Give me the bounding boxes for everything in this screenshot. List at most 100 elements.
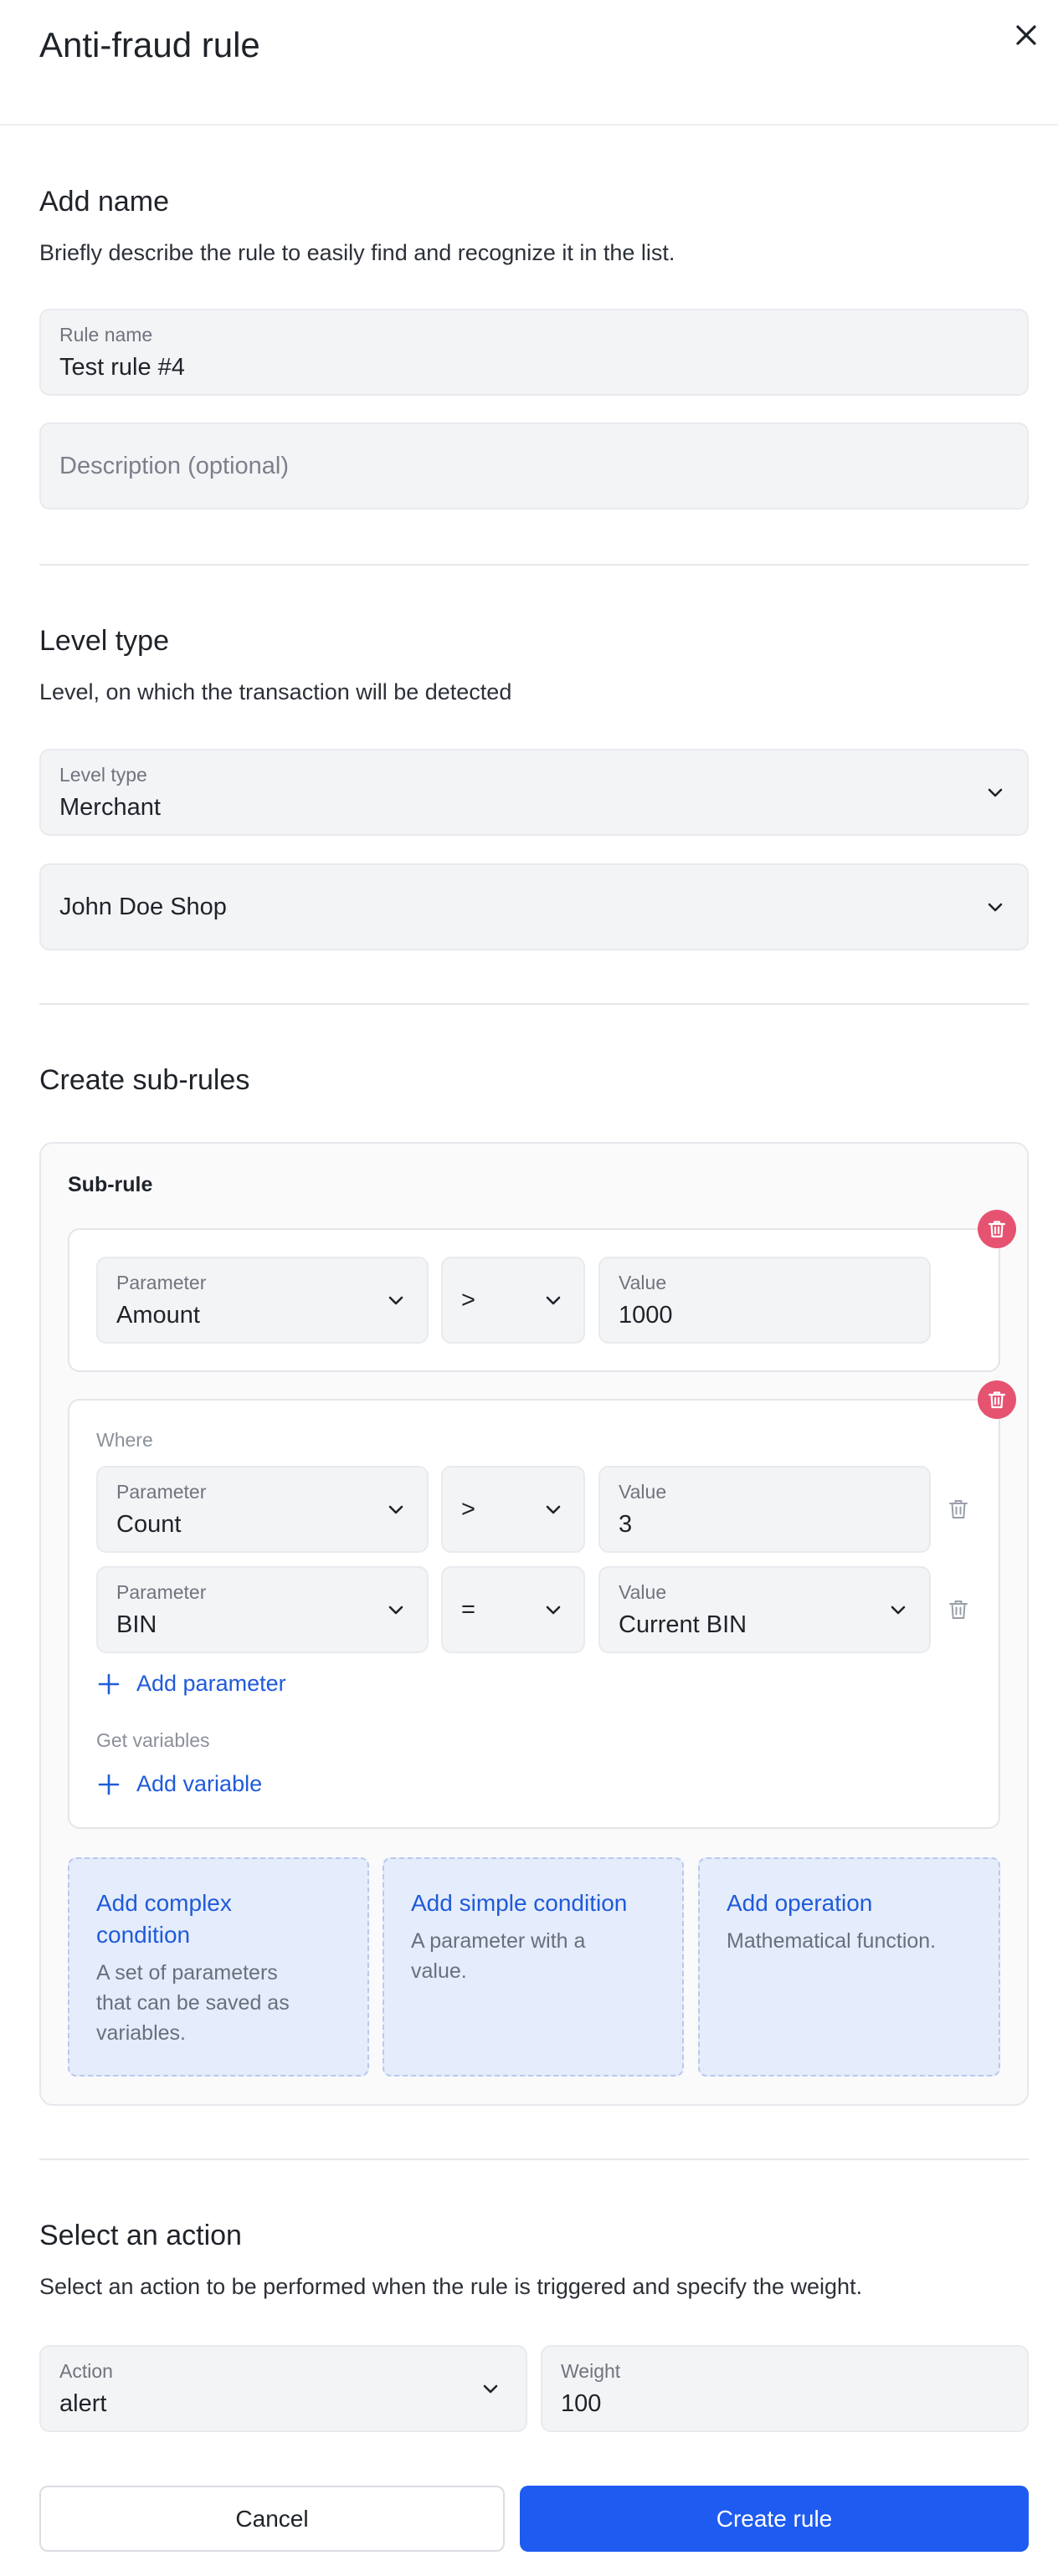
option-title: Add operation bbox=[727, 1887, 872, 1919]
name-section-title: Add name bbox=[39, 186, 169, 218]
rule-name-field[interactable]: Rule name Test rule #4 bbox=[39, 309, 1029, 396]
action-section-title: Select an action bbox=[39, 2220, 242, 2251]
name-section-description: Briefly describe the rule to easily find… bbox=[39, 240, 675, 265]
option-title-line: Add complex bbox=[96, 1890, 232, 1916]
option-title: Add simple condition bbox=[411, 1887, 627, 1919]
subrules-section-title: Create sub-rules bbox=[39, 1064, 250, 1096]
page-title: Anti-fraud rule bbox=[39, 25, 260, 64]
add-variable-button[interactable]: Add variable bbox=[96, 1771, 262, 1797]
add-operation-card[interactable]: Add operation Mathematical function. bbox=[698, 1857, 1000, 2077]
value-input[interactable]: 3 bbox=[619, 1511, 632, 1539]
parameter-label: Parameter bbox=[116, 1481, 207, 1503]
close-button[interactable] bbox=[1009, 18, 1043, 52]
value-label: Value bbox=[619, 1581, 667, 1603]
weight-field[interactable]: Weight 100 bbox=[541, 2345, 1029, 2432]
option-description-line: value. bbox=[411, 1959, 467, 1983]
chevron-down-icon bbox=[384, 1288, 408, 1312]
value-label: Value bbox=[619, 1272, 667, 1293]
level-type-label: Level type bbox=[59, 764, 147, 786]
description-field[interactable]: Description (optional) bbox=[39, 423, 1029, 510]
trash-icon bbox=[988, 1221, 1006, 1238]
trash-icon bbox=[988, 1391, 1006, 1409]
divider bbox=[39, 1003, 1029, 1005]
delete-condition-button[interactable] bbox=[978, 1210, 1016, 1248]
merchant-select[interactable]: John Doe Shop bbox=[39, 863, 1029, 950]
main-operator-select[interactable]: > bbox=[441, 1257, 585, 1344]
rule-name-label: Rule name bbox=[59, 324, 153, 346]
level-type-select[interactable]: Level type Merchant bbox=[39, 749, 1029, 836]
chevron-down-icon bbox=[479, 2377, 502, 2400]
option-description-line: Mathematical function. bbox=[727, 1929, 937, 1953]
parameter-value: Amount bbox=[116, 1302, 200, 1329]
chevron-down-icon bbox=[542, 1598, 565, 1621]
action-value: alert bbox=[59, 2390, 107, 2417]
option-description-line: A parameter with a bbox=[411, 1929, 586, 1953]
chevron-down-icon bbox=[384, 1598, 408, 1621]
delete-where-button[interactable] bbox=[978, 1380, 1016, 1419]
trash-icon bbox=[949, 1600, 968, 1619]
option-title-line: Add simple condition bbox=[411, 1890, 628, 1916]
cancel-button[interactable]: Cancel bbox=[39, 2486, 505, 2552]
dialog-header: Anti-fraud rule bbox=[0, 0, 1058, 125]
option-description-line: A set of parameters bbox=[96, 1961, 278, 1984]
divider bbox=[39, 564, 1029, 566]
close-icon[interactable] bbox=[1009, 18, 1043, 52]
value-selected: Current BIN bbox=[619, 1611, 747, 1638]
value-label: Value bbox=[619, 1481, 667, 1503]
parameter-value: Count bbox=[116, 1511, 182, 1538]
where-value-select[interactable]: Value Current BIN bbox=[598, 1566, 931, 1653]
chevron-down-icon bbox=[984, 781, 1007, 804]
chevron-down-icon bbox=[542, 1498, 565, 1521]
plus-icon bbox=[96, 1772, 121, 1797]
trash-icon bbox=[949, 1500, 968, 1518]
where-operator-select[interactable]: = bbox=[441, 1566, 585, 1653]
get-variables-label: Get variables bbox=[96, 1729, 210, 1751]
option-title-line: condition bbox=[96, 1922, 191, 1948]
add-complex-condition-card[interactable]: Add complex condition A set of parameter… bbox=[68, 1857, 369, 2077]
divider bbox=[39, 2159, 1029, 2160]
add-parameter-label: Add parameter bbox=[136, 1671, 286, 1696]
description-placeholder: Description (optional) bbox=[59, 452, 290, 479]
action-select[interactable]: Action alert bbox=[39, 2345, 527, 2432]
option-description: A parameter with a value. bbox=[411, 1926, 585, 1986]
operator-value: = bbox=[461, 1595, 475, 1623]
add-variable-label: Add variable bbox=[136, 1771, 263, 1796]
chevron-down-icon bbox=[984, 895, 1007, 919]
option-description-line: that can be saved as bbox=[96, 1991, 290, 2015]
chevron-down-icon bbox=[886, 1598, 910, 1621]
value-input[interactable]: 1000 bbox=[619, 1302, 673, 1329]
option-description: A set of parameters that can be saved as… bbox=[96, 1958, 290, 2048]
where-value-field[interactable]: Value 3 bbox=[598, 1466, 931, 1553]
action-section-description: Select an action to be performed when th… bbox=[39, 2274, 863, 2299]
delete-parameter-button[interactable] bbox=[946, 1597, 971, 1622]
main-value-field[interactable]: Value 1000 bbox=[598, 1257, 931, 1344]
option-title: Add complex condition bbox=[96, 1887, 232, 1951]
where-label: Where bbox=[96, 1429, 153, 1451]
main-parameter-select[interactable]: Parameter Amount bbox=[96, 1257, 429, 1344]
where-parameter-select[interactable]: Parameter BIN bbox=[96, 1566, 429, 1653]
parameter-value: BIN bbox=[116, 1611, 157, 1638]
option-title-line: Add operation bbox=[727, 1890, 873, 1916]
weight-value[interactable]: 100 bbox=[561, 2390, 601, 2418]
operator-value: > bbox=[461, 1495, 475, 1523]
where-parameter-select[interactable]: Parameter Count bbox=[96, 1466, 429, 1553]
level-section-title: Level type bbox=[39, 625, 169, 657]
option-description: Mathematical function. bbox=[727, 1926, 936, 1956]
add-simple-condition-card[interactable]: Add simple condition A parameter with a … bbox=[383, 1857, 684, 2077]
create-rule-button[interactable]: Create rule bbox=[520, 2486, 1029, 2552]
chevron-down-icon bbox=[384, 1498, 408, 1521]
level-type-value: Merchant bbox=[59, 794, 161, 821]
operator-value: > bbox=[461, 1286, 475, 1314]
parameter-label: Parameter bbox=[116, 1272, 207, 1293]
rule-name-value[interactable]: Test rule #4 bbox=[59, 354, 185, 382]
where-operator-select[interactable]: > bbox=[441, 1466, 585, 1553]
merchant-value: John Doe Shop bbox=[59, 893, 227, 920]
add-parameter-button[interactable]: Add parameter bbox=[96, 1671, 286, 1697]
level-section-description: Level, on which the transaction will be … bbox=[39, 679, 512, 704]
action-label: Action bbox=[59, 2360, 113, 2382]
delete-parameter-button[interactable] bbox=[946, 1497, 971, 1522]
parameter-label: Parameter bbox=[116, 1581, 207, 1603]
weight-label: Weight bbox=[561, 2360, 621, 2382]
subrule-heading: Sub-rule bbox=[68, 1173, 153, 1196]
option-description-line: variables. bbox=[96, 2021, 186, 2045]
